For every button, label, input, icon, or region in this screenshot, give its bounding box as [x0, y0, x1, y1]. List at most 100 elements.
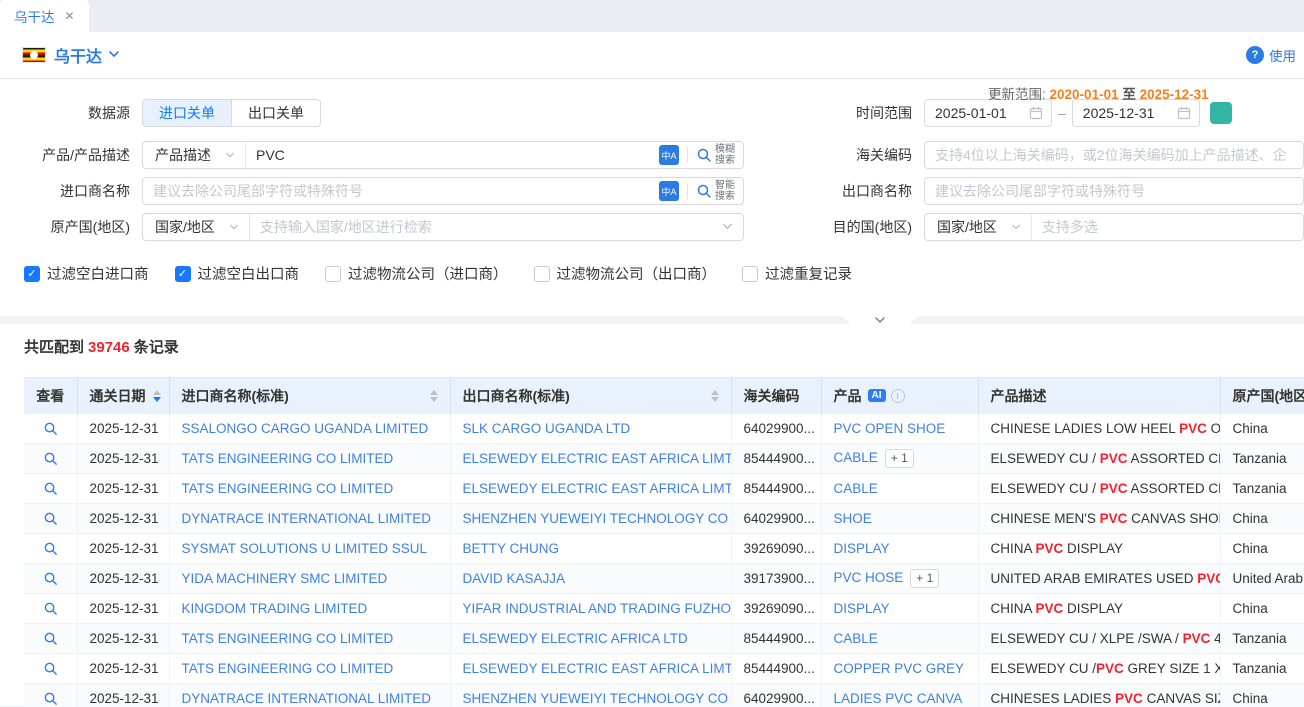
more-products-badge[interactable]: + 1: [910, 569, 939, 588]
promo-icon[interactable]: [1210, 102, 1232, 124]
sort-desc-icon[interactable]: [711, 397, 719, 402]
smart-search-button[interactable]: 智能 搜索: [696, 180, 735, 202]
calendar-icon[interactable]: [1029, 106, 1051, 120]
info-icon[interactable]: i: [891, 389, 905, 403]
exporter-link[interactable]: ELSEWEDY ELECTRIC EAST AFRICA LIMTED: [463, 451, 732, 466]
view-record-button[interactable]: [43, 601, 58, 616]
importer-link[interactable]: TATS ENGINEERING CO LIMITED: [182, 631, 394, 646]
product-link[interactable]: CABLE: [834, 631, 878, 646]
sort-control[interactable]: [711, 390, 719, 402]
date-cell: 2025-12-31: [77, 654, 169, 684]
tab-close-icon[interactable]: ✕: [65, 9, 75, 23]
product-link[interactable]: LADIES PVC CANVA: [834, 691, 963, 706]
exporter-link[interactable]: ELSEWEDY ELECTRIC EAST AFRICA LIMTED: [463, 661, 732, 676]
sort-control[interactable]: [153, 390, 161, 402]
sort-control[interactable]: [430, 390, 438, 402]
fuzzy-search-button[interactable]: 模糊 搜索: [696, 144, 735, 166]
checkbox-icon[interactable]: [534, 266, 550, 282]
product-link[interactable]: CABLE: [834, 481, 878, 496]
exporter-label: 出口商名称: [756, 181, 912, 201]
importer-input[interactable]: [143, 178, 659, 204]
date-from-field[interactable]: [924, 99, 1052, 127]
view-record-button[interactable]: [43, 421, 58, 436]
more-products-badge[interactable]: + 1: [885, 449, 914, 468]
checkbox-checked-icon[interactable]: ✓: [24, 266, 40, 282]
importer-link[interactable]: TATS ENGINEERING CO LIMITED: [182, 661, 394, 676]
product-link[interactable]: PVC HOSE: [834, 570, 904, 585]
importer-link[interactable]: SYSMAT SOLUTIONS U LIMITED SSUL: [182, 541, 428, 556]
date-from-input[interactable]: [925, 100, 1029, 126]
tab-import-customs[interactable]: 进口关单: [143, 100, 231, 126]
view-record-button[interactable]: [43, 481, 58, 496]
importer-link[interactable]: YIDA MACHINERY SMC LIMITED: [182, 571, 388, 586]
filter-checkbox-2[interactable]: 过滤物流公司（进口商）: [325, 263, 508, 284]
date-to-field[interactable]: [1072, 99, 1200, 127]
sort-desc-icon[interactable]: [430, 397, 438, 402]
date-cell: 2025-12-31: [77, 414, 169, 444]
exporter-link[interactable]: YIFAR INDUSTRIAL AND TRADING FUZHOU...: [463, 601, 732, 616]
sort-asc-icon[interactable]: [153, 390, 161, 395]
calendar-icon[interactable]: [1177, 106, 1199, 120]
view-record-button[interactable]: [43, 631, 58, 646]
exporter-link[interactable]: ELSEWEDY ELECTRIC EAST AFRICA LIMTED: [463, 481, 732, 496]
chevron-down-icon[interactable]: [108, 47, 120, 63]
view-record-button[interactable]: [43, 661, 58, 676]
exporter-link[interactable]: DAVID KASAJJA: [463, 571, 566, 586]
sort-asc-icon[interactable]: [711, 390, 719, 395]
filter-checkbox-1[interactable]: ✓过滤空白出口商: [175, 263, 300, 284]
origin-type-select[interactable]: 国家/地区: [143, 214, 250, 240]
importer-link[interactable]: KINGDOM TRADING LIMITED: [182, 601, 368, 616]
exporter-link[interactable]: BETTY CHUNG: [463, 541, 560, 556]
product-link[interactable]: SHOE: [834, 511, 872, 526]
exporter-link[interactable]: SLK CARGO UGANDA LTD: [463, 421, 631, 436]
hscode-input[interactable]: [925, 142, 1303, 168]
exporter-input[interactable]: [925, 178, 1303, 204]
column-header-3[interactable]: 出口商名称(标准): [450, 378, 731, 414]
chevron-down-icon[interactable]: [722, 219, 743, 235]
sort-asc-icon[interactable]: [430, 390, 438, 395]
country-title[interactable]: 乌干达: [54, 43, 102, 67]
filter-checkbox-3[interactable]: 过滤物流公司（出口商）: [534, 263, 717, 284]
destination-input[interactable]: [1032, 214, 1303, 240]
exporter-link[interactable]: ELSEWEDY ELECTRIC AFRICA LTD: [463, 631, 688, 646]
date-to-input[interactable]: [1073, 100, 1177, 126]
view-record-button[interactable]: [43, 451, 58, 466]
product-link[interactable]: COPPER PVC GREY: [834, 661, 965, 676]
filter-checkbox-4[interactable]: 过滤重复记录: [742, 263, 852, 284]
tab-uganda[interactable]: 乌干达 ✕: [0, 0, 89, 32]
product-link[interactable]: PVC OPEN SHOE: [834, 421, 946, 436]
origin-label: 原产国(地区): [0, 217, 130, 237]
origin-cell: China: [1220, 594, 1304, 624]
view-record-button[interactable]: [43, 511, 58, 526]
product-link[interactable]: DISPLAY: [834, 541, 890, 556]
column-header-1[interactable]: 通关日期: [77, 378, 169, 414]
view-record-button[interactable]: [43, 571, 58, 586]
filter-checkbox-0[interactable]: ✓过滤空白进口商: [24, 263, 149, 284]
column-header-6: 产品描述: [978, 378, 1220, 414]
checkbox-icon[interactable]: [742, 266, 758, 282]
view-record-button[interactable]: [43, 691, 58, 706]
importer-link[interactable]: TATS ENGINEERING CO LIMITED: [182, 451, 394, 466]
help-link[interactable]: ? 使用: [1246, 45, 1296, 65]
sort-desc-icon[interactable]: [153, 397, 161, 402]
destination-type-select[interactable]: 国家/地区: [925, 214, 1032, 240]
importer-link[interactable]: DYNATRACE INTERNATIONAL LIMITED: [182, 691, 432, 706]
importer-link[interactable]: TATS ENGINEERING CO LIMITED: [182, 481, 394, 496]
translate-icon[interactable]: 中A: [659, 181, 679, 201]
view-record-button[interactable]: [43, 541, 58, 556]
column-header-2[interactable]: 进口商名称(标准): [169, 378, 450, 414]
checkbox-checked-icon[interactable]: ✓: [175, 266, 191, 282]
column-label: 出口商名称(标准): [463, 386, 570, 406]
translate-icon[interactable]: 中A: [659, 145, 679, 165]
importer-link[interactable]: SSALONGO CARGO UGANDA LIMITED: [182, 421, 429, 436]
tab-export-customs[interactable]: 出口关单: [231, 100, 320, 126]
exporter-link[interactable]: SHENZHEN YUEWEIYI TECHNOLOGY CO LTD: [463, 511, 732, 526]
product-input[interactable]: [246, 142, 659, 168]
product-link[interactable]: CABLE: [834, 450, 878, 465]
checkbox-icon[interactable]: [325, 266, 341, 282]
origin-input[interactable]: [250, 214, 722, 240]
importer-link[interactable]: DYNATRACE INTERNATIONAL LIMITED: [182, 511, 432, 526]
exporter-link[interactable]: SHENZHEN YUEWEIYI TECHNOLOGY CO LTD: [463, 691, 732, 706]
product-type-select[interactable]: 产品描述: [143, 142, 246, 168]
product-link[interactable]: DISPLAY: [834, 601, 890, 616]
